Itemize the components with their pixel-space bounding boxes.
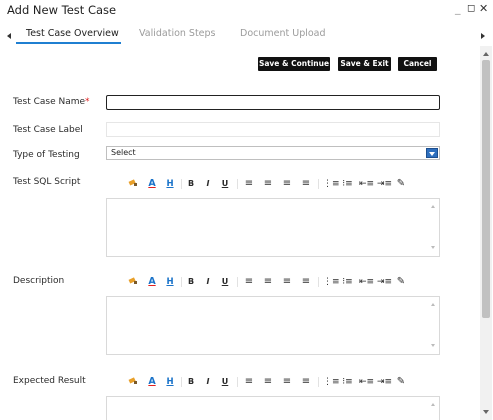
test-sql-script-editor[interactable] xyxy=(106,198,440,257)
toolbar-separator xyxy=(318,377,319,387)
scroll-up-icon[interactable] xyxy=(483,52,489,56)
unordered-list-icon[interactable]: ⁝≡ xyxy=(341,375,354,389)
underline-icon[interactable]: U xyxy=(220,177,230,191)
editor-scroll-up-icon[interactable] xyxy=(431,403,435,406)
maximize-icon[interactable]: ◻ xyxy=(467,2,475,16)
align-right-icon[interactable]: ≡ xyxy=(281,275,293,289)
toolbar-separator xyxy=(181,377,182,387)
tab-bar: Test Case Overview Validation Steps Docu… xyxy=(0,26,493,46)
description-editor[interactable] xyxy=(106,296,440,355)
scrollbar-thumb[interactable] xyxy=(482,60,490,318)
tab-document-upload[interactable]: Document Upload xyxy=(240,28,326,39)
sql-script-toolbar: A H B I U ≡ ≡ ≡ ≡ ⋮≡ ⁝≡ ⇤≡ ⇥≡ ✎ xyxy=(127,177,437,191)
toolbar-separator xyxy=(181,179,182,189)
clear-format-icon[interactable]: ✎ xyxy=(395,275,407,289)
expected-result-label: Expected Result xyxy=(13,376,86,386)
required-marker: * xyxy=(85,97,90,107)
expected-result-editor[interactable] xyxy=(106,396,440,420)
editor-scroll-up-icon[interactable] xyxy=(431,303,435,306)
unordered-list-icon[interactable]: ⁝≡ xyxy=(341,275,354,289)
save-exit-button[interactable]: Save & Exit xyxy=(338,57,391,71)
underline-icon[interactable]: U xyxy=(220,375,230,389)
type-of-testing-label: Type of Testing xyxy=(13,150,80,160)
test-case-label-input[interactable] xyxy=(106,122,440,137)
font-color-icon[interactable]: A xyxy=(145,177,159,191)
ordered-list-icon[interactable]: ⋮≡ xyxy=(323,375,340,389)
justify-icon[interactable]: ≡ xyxy=(300,375,312,389)
minimize-icon[interactable]: _ xyxy=(455,2,461,16)
italic-icon[interactable]: I xyxy=(203,275,213,289)
window-titlebar: Add New Test Case _ ◻ ✕ xyxy=(0,0,493,22)
highlighter-icon[interactable] xyxy=(127,177,139,191)
toolbar-separator xyxy=(237,377,238,387)
scroll-down-icon[interactable] xyxy=(483,410,489,414)
outdent-icon[interactable]: ⇤≡ xyxy=(359,275,374,289)
font-color-icon[interactable]: A xyxy=(145,275,159,289)
italic-icon[interactable]: I xyxy=(203,375,213,389)
justify-icon[interactable]: ≡ xyxy=(300,275,312,289)
toolbar-separator xyxy=(318,277,319,287)
align-center-icon[interactable]: ≡ xyxy=(262,375,274,389)
toolbar-separator xyxy=(318,179,319,189)
align-left-icon[interactable]: ≡ xyxy=(243,275,255,289)
ordered-list-icon[interactable]: ⋮≡ xyxy=(323,177,340,191)
align-right-icon[interactable]: ≡ xyxy=(281,177,293,191)
indent-icon[interactable]: ⇥≡ xyxy=(377,375,392,389)
align-left-icon[interactable]: ≡ xyxy=(243,375,255,389)
align-center-icon[interactable]: ≡ xyxy=(262,177,274,191)
cancel-button[interactable]: Cancel xyxy=(398,57,437,71)
outdent-icon[interactable]: ⇤≡ xyxy=(359,177,374,191)
type-of-testing-selected-value: Select xyxy=(111,148,136,157)
vertical-scrollbar[interactable] xyxy=(480,46,492,420)
highlighter-icon[interactable] xyxy=(127,275,139,289)
clear-format-icon[interactable]: ✎ xyxy=(395,375,407,389)
justify-icon[interactable]: ≡ xyxy=(300,177,312,191)
tab-scroll-right-icon[interactable] xyxy=(481,33,485,39)
bold-icon[interactable]: B xyxy=(186,375,196,389)
bold-icon[interactable]: B xyxy=(186,275,196,289)
unordered-list-icon[interactable]: ⁝≡ xyxy=(341,177,354,191)
highlight-text-icon[interactable]: H xyxy=(164,177,176,191)
highlight-text-icon[interactable]: H xyxy=(164,275,176,289)
indent-icon[interactable]: ⇥≡ xyxy=(377,177,392,191)
active-tab-indicator xyxy=(16,42,121,44)
font-color-icon[interactable]: A xyxy=(145,375,159,389)
description-label: Description xyxy=(13,276,65,286)
tab-validation-steps[interactable]: Validation Steps xyxy=(139,28,216,39)
window-title: Add New Test Case xyxy=(7,3,117,17)
outdent-icon[interactable]: ⇤≡ xyxy=(359,375,374,389)
test-case-name-input[interactable] xyxy=(106,95,440,110)
toolbar-separator xyxy=(181,277,182,287)
highlight-text-icon[interactable]: H xyxy=(164,375,176,389)
toolbar-separator xyxy=(237,277,238,287)
tab-scroll-left-icon[interactable] xyxy=(7,33,11,39)
type-of-testing-select[interactable]: Select xyxy=(106,146,440,160)
editor-scroll-down-icon[interactable] xyxy=(431,246,435,249)
close-icon[interactable]: ✕ xyxy=(479,2,488,16)
test-sql-script-label: Test SQL Script xyxy=(13,177,81,187)
editor-scroll-up-icon[interactable] xyxy=(431,205,435,208)
save-continue-button[interactable]: Save & Continue xyxy=(258,57,330,71)
tab-test-case-overview[interactable]: Test Case Overview xyxy=(26,28,119,39)
bold-icon[interactable]: B xyxy=(186,177,196,191)
clear-format-icon[interactable]: ✎ xyxy=(395,177,407,191)
description-toolbar: A H B I U ≡ ≡ ≡ ≡ ⋮≡ ⁝≡ ⇤≡ ⇥≡ ✎ xyxy=(127,275,437,289)
toolbar-separator xyxy=(237,179,238,189)
align-left-icon[interactable]: ≡ xyxy=(243,177,255,191)
test-case-label-label: Test Case Label xyxy=(13,125,83,135)
chevron-down-icon[interactable] xyxy=(426,148,438,158)
ordered-list-icon[interactable]: ⋮≡ xyxy=(323,275,340,289)
align-right-icon[interactable]: ≡ xyxy=(281,375,293,389)
highlighter-icon[interactable] xyxy=(127,375,139,389)
editor-scroll-down-icon[interactable] xyxy=(431,344,435,347)
test-case-name-label: Test Case Name* xyxy=(13,97,90,107)
underline-icon[interactable]: U xyxy=(220,275,230,289)
indent-icon[interactable]: ⇥≡ xyxy=(377,275,392,289)
italic-icon[interactable]: I xyxy=(203,177,213,191)
expected-result-toolbar: A H B I U ≡ ≡ ≡ ≡ ⋮≡ ⁝≡ ⇤≡ ⇥≡ ✎ xyxy=(127,375,437,389)
align-center-icon[interactable]: ≡ xyxy=(262,275,274,289)
